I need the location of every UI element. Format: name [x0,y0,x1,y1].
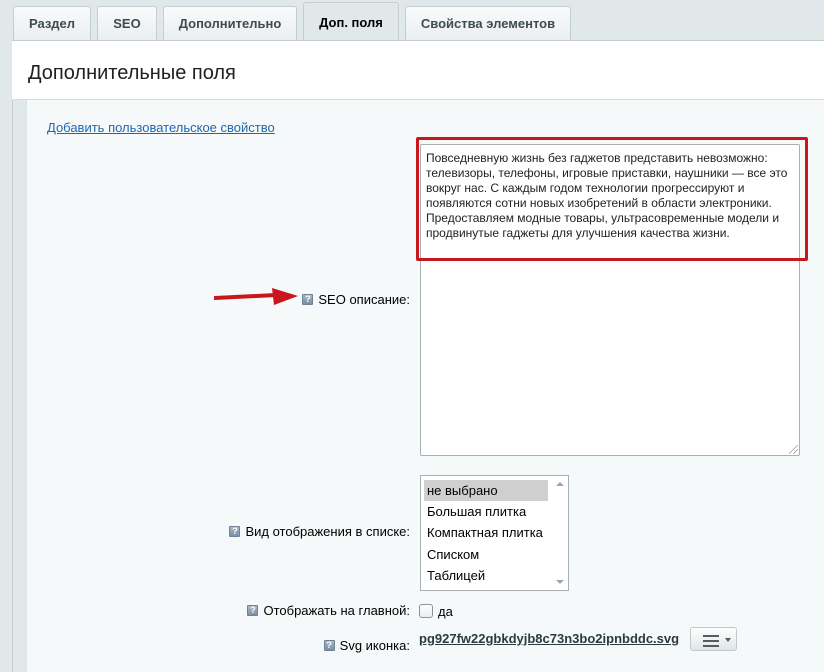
seo-description-label: SEO описание: [318,292,410,307]
list-option-large-tile[interactable]: Большая плитка [424,501,548,522]
hamburger-icon [703,635,719,650]
list-view-label: Вид отображения в списке: [245,524,410,539]
list-option-list[interactable]: Списком [424,544,548,565]
show-on-main-label-row: ? Отображать на главной: [247,603,410,618]
tab-additional[interactable]: Дополнительно [163,6,297,40]
show-on-main-label: Отображать на главной: [263,603,410,618]
chevron-down-icon [725,638,731,642]
tab-section[interactable]: Раздел [13,6,91,40]
svg-icon-label-row: ? Svg иконка: [323,638,410,653]
tab-seo[interactable]: SEO [97,6,157,40]
scroll-up-icon[interactable] [556,482,564,486]
file-menu-button[interactable] [690,627,737,651]
list-option-compact-tile[interactable]: Компактная плитка [424,522,548,543]
list-option-table[interactable]: Таблицей [424,565,548,586]
list-view-select[interactable]: не выбрано Большая плитка Компактная пли… [420,475,569,591]
tab-element-properties[interactable]: Свойства элементов [405,6,571,40]
seo-description-label-row: ? SEO описание: [302,292,410,307]
help-icon[interactable]: ? [247,605,259,616]
scroll-down-icon[interactable] [556,580,564,584]
help-icon[interactable]: ? [302,294,314,305]
resize-grip-icon[interactable] [789,445,798,454]
svg-icon-file-link[interactable]: pg927fw22gbkdyjb8c73n3bo2ipnbddc.svg [419,631,679,646]
annotation-arrow-icon [214,288,298,305]
annotation-highlight-box [416,137,808,261]
svg-icon-label: Svg иконка: [339,638,410,653]
help-icon[interactable]: ? [229,526,241,537]
list-view-label-row: ? Вид отображения в списке: [229,524,410,539]
show-on-main-checkbox[interactable] [419,604,433,618]
tab-bar: Раздел SEO Дополнительно Доп. поля Свойс… [0,0,824,42]
show-on-main-checkbox-label[interactable]: да [438,604,453,619]
tab-extra-fields[interactable]: Доп. поля [303,2,399,42]
list-option-none[interactable]: не выбрано [424,480,548,501]
help-icon[interactable]: ? [323,640,335,651]
add-custom-property-link[interactable]: Добавить пользовательское свойство [47,120,275,135]
page-title: Дополнительные поля [28,62,236,84]
listbox-scrollbar[interactable] [552,476,568,590]
